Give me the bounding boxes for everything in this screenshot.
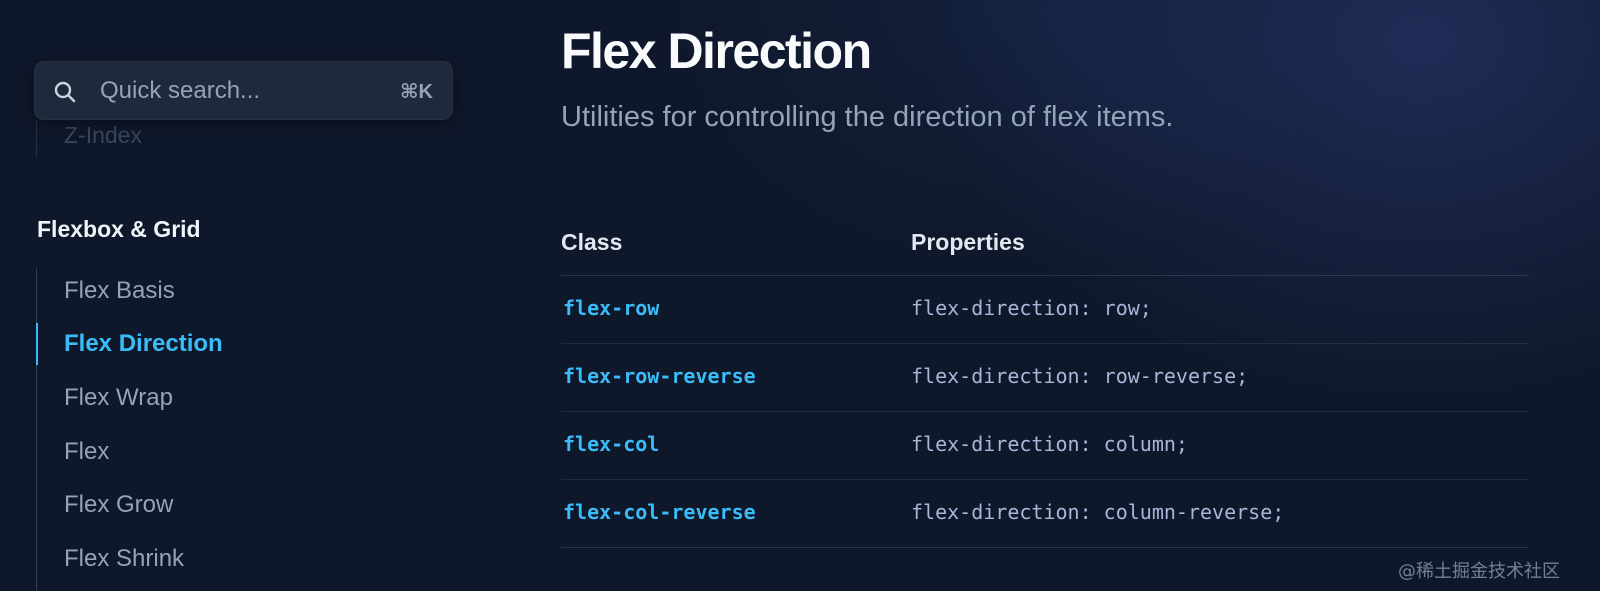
sidebar-item-flex-basis[interactable]: Flex Basis bbox=[64, 274, 175, 308]
main-content: Flex Direction Utilities for controlling… bbox=[561, 0, 1531, 591]
page-description: Utilities for controlling the direction … bbox=[561, 101, 1174, 133]
sidebar: Quick search... ⌘K Z-Index Flexbox & Gri… bbox=[0, 0, 490, 591]
table-header-class: Class bbox=[561, 229, 623, 255]
sidebar-nav-list: Flex Basis Flex Direction Flex Wrap Flex… bbox=[36, 268, 457, 591]
sidebar-item-flex-shrink[interactable]: Flex Shrink bbox=[64, 542, 184, 576]
table-cell-class: flex-row bbox=[563, 296, 660, 320]
table-cell-properties: flex-direction: row; bbox=[911, 296, 1152, 320]
sidebar-item-flex-grow[interactable]: Flex Grow bbox=[64, 488, 173, 522]
table-row: flex-col-reverse flex-direction: column-… bbox=[561, 480, 1529, 548]
table-header-properties: Properties bbox=[911, 229, 1025, 255]
sidebar-section-heading: Flexbox & Grid bbox=[37, 216, 201, 242]
table-row: flex-col flex-direction: column; bbox=[561, 412, 1529, 480]
table-cell-class: flex-col bbox=[563, 432, 660, 456]
sidebar-item-z-index[interactable]: Z-Index bbox=[64, 122, 142, 149]
keyboard-shortcut-hint: ⌘K bbox=[400, 81, 433, 103]
table-cell-properties: flex-direction: row-reverse; bbox=[911, 364, 1249, 388]
watermark: @稀土掘金技术社区 bbox=[1398, 561, 1560, 582]
table-cell-properties: flex-direction: column-reverse; bbox=[911, 500, 1285, 524]
sidebar-item-flex[interactable]: Flex bbox=[64, 435, 109, 469]
table-header-row: Class Properties bbox=[561, 219, 1529, 276]
sidebar-item-flex-wrap[interactable]: Flex Wrap bbox=[64, 381, 173, 415]
table-row: flex-row-reverse flex-direction: row-rev… bbox=[561, 344, 1529, 412]
page-title: Flex Direction bbox=[561, 23, 872, 79]
nav-divider bbox=[36, 120, 37, 158]
search-placeholder: Quick search... bbox=[100, 77, 261, 104]
table-cell-class: flex-row-reverse bbox=[563, 364, 756, 388]
quick-search-button[interactable]: Quick search... ⌘K bbox=[34, 61, 453, 120]
search-icon bbox=[53, 80, 77, 104]
table-cell-properties: flex-direction: column; bbox=[911, 432, 1188, 456]
active-indicator bbox=[36, 323, 38, 365]
table-cell-class: flex-col-reverse bbox=[563, 500, 756, 524]
sidebar-item-flex-direction[interactable]: Flex Direction bbox=[64, 327, 223, 361]
class-properties-table: Class Properties flex-row flex-direction… bbox=[561, 219, 1529, 548]
table-row: flex-row flex-direction: row; bbox=[561, 276, 1529, 344]
